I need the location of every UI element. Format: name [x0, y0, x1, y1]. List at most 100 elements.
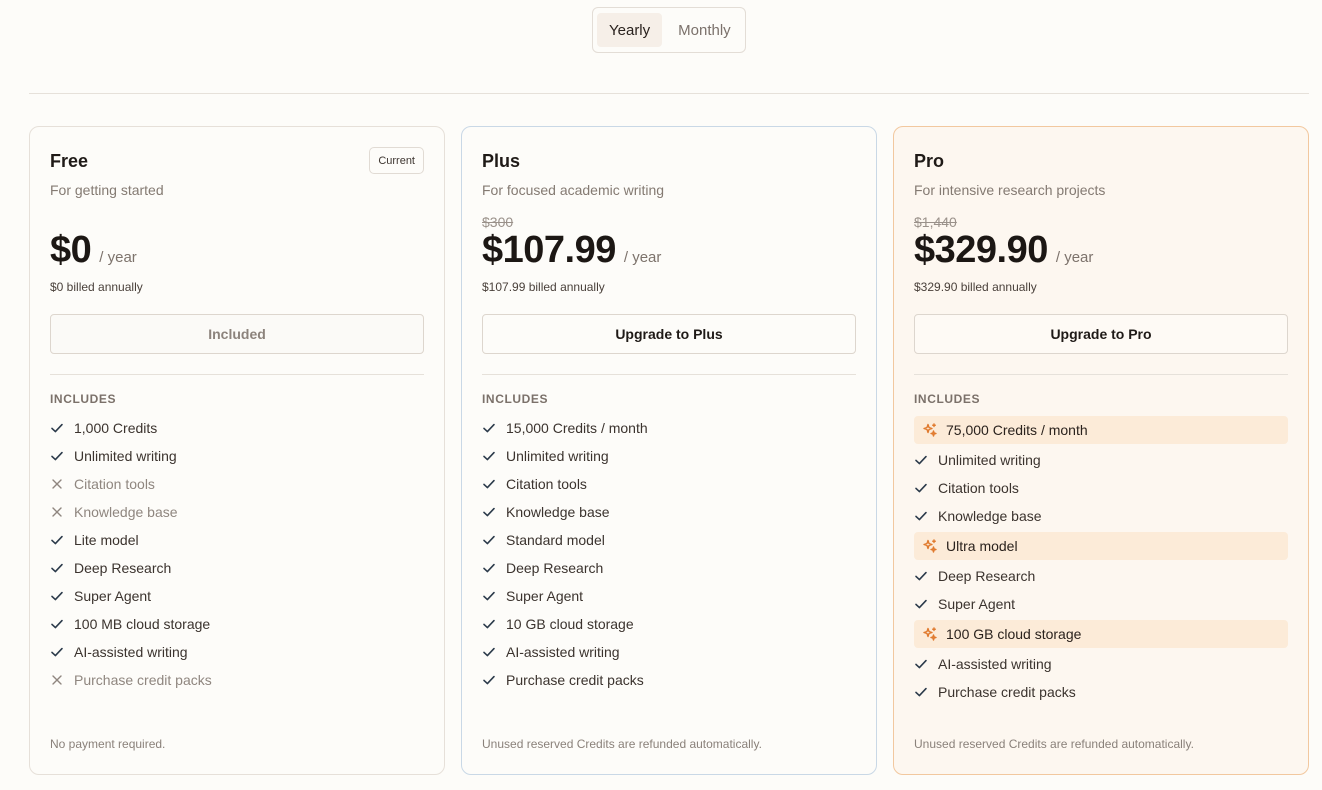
feature-item: Lite model	[50, 526, 424, 554]
monthly-toggle-button[interactable]: Monthly	[666, 13, 743, 47]
feature-list: 15,000 Credits / month Unlimited writing C…	[482, 414, 856, 694]
sparkle-icon	[922, 422, 938, 438]
feature-item: Super Agent	[482, 582, 856, 610]
sparkle-icon	[922, 626, 938, 642]
plan-footnote: Unused reserved Credits are refunded aut…	[482, 737, 762, 751]
original-price: $1,440	[914, 214, 957, 230]
feature-label: 100 MB cloud storage	[74, 616, 211, 632]
cross-icon	[50, 673, 64, 687]
feature-item: 1,000 Credits	[50, 414, 424, 442]
feature-item: Knowledge base	[50, 498, 424, 526]
price-row: $107.99 / year	[482, 229, 661, 272]
check-icon	[482, 505, 496, 519]
feature-item: 100 MB cloud storage	[50, 610, 424, 638]
check-icon	[482, 421, 496, 435]
card-divider	[50, 374, 424, 375]
feature-item: Citation tools	[914, 474, 1288, 502]
feature-item: Ultra model	[914, 532, 1288, 560]
includes-heading: INCLUDES	[482, 392, 549, 406]
billing-note: $329.90 billed annually	[914, 280, 1037, 294]
feature-item: Purchase credit packs	[914, 678, 1288, 706]
feature-item: Unlimited writing	[914, 446, 1288, 474]
feature-item: Unlimited writing	[482, 442, 856, 470]
price-row: $329.90 / year	[914, 229, 1093, 272]
plan-name: Pro	[914, 151, 945, 171]
check-icon	[914, 685, 928, 699]
price-row: $0 / year	[50, 229, 137, 272]
feature-label: Knowledge base	[938, 508, 1042, 524]
feature-label: Lite model	[74, 532, 139, 548]
plan-name: Plus	[482, 151, 521, 171]
yearly-toggle-button[interactable]: Yearly	[597, 13, 663, 47]
feature-label: 100 GB cloud storage	[946, 626, 1082, 642]
billing-note: $107.99 billed annually	[482, 280, 605, 294]
upgrade-to-plus-button[interactable]: Upgrade to Plus	[482, 314, 856, 354]
included-button: Included	[50, 314, 424, 354]
plan-card-free: Free Current For getting started $0 / ye…	[29, 126, 445, 775]
feature-item: Super Agent	[914, 590, 1288, 618]
feature-item: AI-assisted writing	[914, 650, 1288, 678]
feature-item: Super Agent	[50, 582, 424, 610]
feature-label: Unlimited writing	[938, 452, 1041, 468]
check-icon	[914, 481, 928, 495]
check-icon	[50, 617, 64, 631]
includes-heading: INCLUDES	[50, 392, 117, 406]
feature-label: Deep Research	[506, 560, 604, 576]
current-plan-badge: Current	[369, 147, 424, 174]
feature-label: 75,000 Credits / month	[946, 422, 1088, 438]
check-icon	[482, 645, 496, 659]
check-icon	[50, 421, 64, 435]
plan-description: For intensive research projects	[914, 182, 1106, 198]
check-icon	[482, 589, 496, 603]
feature-label: AI-assisted writing	[506, 644, 620, 660]
check-icon	[482, 533, 496, 547]
feature-label: Deep Research	[938, 568, 1036, 584]
feature-label: Citation tools	[938, 480, 1019, 496]
plan-card-plus: Plus For focused academic writing $300 $…	[461, 126, 877, 775]
feature-label: 1,000 Credits	[74, 420, 158, 436]
feature-label: Super Agent	[506, 588, 584, 604]
feature-list: 75,000 Credits / month Unlimited writing C…	[914, 414, 1288, 706]
feature-item: Citation tools	[482, 470, 856, 498]
feature-label: Unlimited writing	[506, 448, 609, 464]
feature-item: Knowledge base	[914, 502, 1288, 530]
includes-heading: INCLUDES	[914, 392, 981, 406]
feature-label: AI-assisted writing	[938, 656, 1052, 672]
plan-name: Free	[50, 151, 89, 171]
check-icon	[482, 477, 496, 491]
feature-item: Unlimited writing	[50, 442, 424, 470]
feature-item: Standard model	[482, 526, 856, 554]
feature-label: Citation tools	[506, 476, 587, 492]
feature-item: Citation tools	[50, 470, 424, 498]
feature-item: Knowledge base	[482, 498, 856, 526]
feature-label: Unlimited writing	[74, 448, 177, 464]
feature-label: Ultra model	[946, 538, 1018, 554]
original-price: $300	[482, 214, 514, 230]
feature-label: Knowledge base	[74, 504, 178, 520]
check-icon	[50, 645, 64, 659]
check-icon	[914, 657, 928, 671]
cross-icon	[50, 505, 64, 519]
feature-label: Super Agent	[74, 588, 152, 604]
feature-label: Citation tools	[74, 476, 155, 492]
feature-item: AI-assisted writing	[482, 638, 856, 666]
feature-item: Deep Research	[914, 562, 1288, 590]
feature-label: Super Agent	[938, 596, 1016, 612]
check-icon	[914, 453, 928, 467]
check-icon	[482, 561, 496, 575]
price-period: / year	[623, 249, 662, 266]
feature-label: Knowledge base	[506, 504, 610, 520]
feature-item: 15,000 Credits / month	[482, 414, 856, 442]
check-icon	[482, 449, 496, 463]
plan-price: $329.90	[914, 229, 1048, 271]
billing-period-toggle: Yearly Monthly	[592, 7, 746, 53]
check-icon	[50, 449, 64, 463]
card-divider	[482, 374, 856, 375]
feature-item: Deep Research	[482, 554, 856, 582]
check-icon	[50, 533, 64, 547]
feature-label: Purchase credit packs	[938, 684, 1076, 700]
upgrade-to-pro-button[interactable]: Upgrade to Pro	[914, 314, 1288, 354]
price-period: / year	[99, 249, 137, 266]
cross-icon	[50, 477, 64, 491]
plan-price: $107.99	[482, 229, 616, 271]
